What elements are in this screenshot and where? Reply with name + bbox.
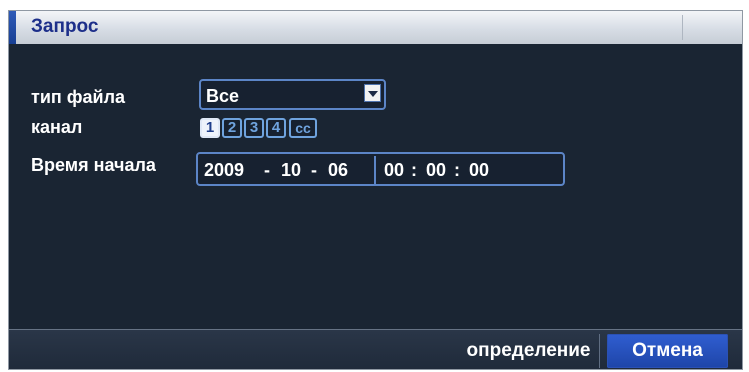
channel-label: канал xyxy=(31,117,83,137)
date-time-divider xyxy=(374,156,376,184)
channel-4-checkbox[interactable]: 4 xyxy=(266,118,286,138)
time-separator: : xyxy=(411,160,417,180)
channel-2-checkbox[interactable]: 2 xyxy=(222,118,242,138)
cancel-button[interactable]: Отмена xyxy=(607,334,728,368)
start-day[interactable]: 06 xyxy=(328,160,348,181)
dialog-footer: определение Отмена xyxy=(9,329,742,369)
date-separator: - xyxy=(311,160,317,180)
title-divider xyxy=(682,15,683,40)
start-second[interactable]: 00 xyxy=(469,160,489,181)
channel-3-checkbox[interactable]: 3 xyxy=(244,118,264,138)
dropdown-button[interactable] xyxy=(364,84,381,102)
start-month[interactable]: 10 xyxy=(281,160,301,181)
chevron-down-icon xyxy=(368,91,378,97)
title-accent-bar xyxy=(9,11,16,44)
start-hour[interactable]: 00 xyxy=(384,160,404,181)
file-type-label: тип файла xyxy=(31,87,126,107)
dialog-title: Запрос xyxy=(31,16,99,37)
file-type-select[interactable]: Все xyxy=(199,79,386,110)
date-separator: - xyxy=(264,160,270,180)
start-minute[interactable]: 00 xyxy=(426,160,446,181)
start-time-field[interactable]: 2009 - 10 - 06 00 : 00 : 00 xyxy=(196,152,565,186)
dialog-titlebar: Запрос xyxy=(9,11,742,44)
file-type-value: Все xyxy=(206,86,240,106)
start-time-label: Время начала xyxy=(31,155,156,175)
time-separator: : xyxy=(454,160,460,180)
ok-button[interactable]: определение xyxy=(458,334,600,368)
channel-1-checkbox[interactable]: 1 xyxy=(200,118,220,138)
search-dialog: Запрос тип файла Все канал 1 2 3 4 сс Вр… xyxy=(8,10,743,370)
start-year[interactable]: 2009 xyxy=(204,160,244,181)
channel-all-checkbox[interactable]: сс xyxy=(289,118,317,138)
